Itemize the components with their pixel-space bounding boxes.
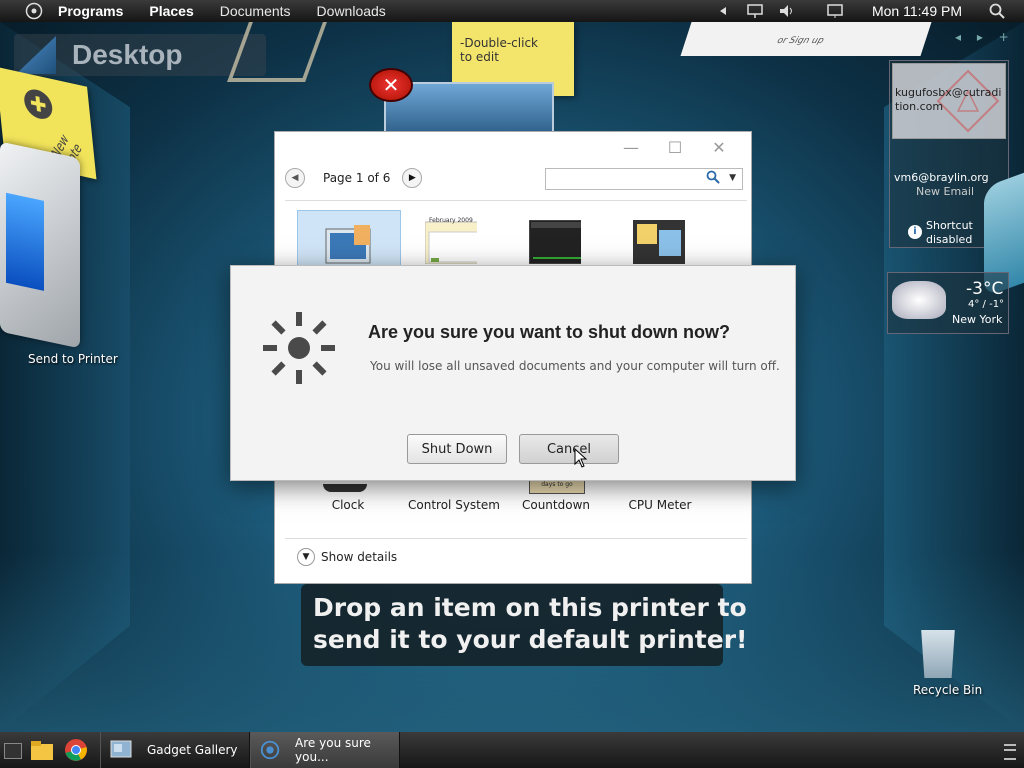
search-icon[interactable] (986, 0, 1008, 22)
signup-link[interactable]: or Sign up (776, 36, 825, 46)
tooltip-line1: Drop an item on this printer to (313, 593, 747, 622)
slideshow-thumb-icon (325, 225, 371, 264)
volume-icon[interactable] (776, 0, 798, 22)
calendar-thumb-icon (425, 221, 477, 264)
chrome-icon[interactable] (64, 738, 88, 762)
top-menu-bar: Programs Places Documents Downloads Mon … (0, 0, 1024, 22)
page-label: Page 1 of 6 (323, 171, 391, 185)
network-icon[interactable] (744, 0, 766, 22)
menu-icon[interactable] (1004, 744, 1016, 760)
folder-icon[interactable] (30, 738, 54, 762)
menu-programs[interactable]: Programs (58, 3, 123, 19)
notes-thumb-icon (633, 220, 685, 264)
dialog-title: Are you sure you want to shut down now? (368, 322, 731, 342)
recycle-bin-label[interactable]: Recycle Bin (913, 683, 982, 697)
picture-frame (227, 22, 327, 82)
shortcut-status: i Shortcut disabled (908, 219, 973, 247)
gallery-search-input[interactable]: ▼ (545, 168, 743, 190)
task-label: Gadget Gallery (147, 743, 238, 757)
cloud-icon (892, 281, 946, 319)
printer-label[interactable]: Send to Printer (28, 352, 118, 366)
task-shutdown-dialog[interactable]: Are you sure you... (250, 732, 400, 768)
divider (285, 538, 747, 539)
prev-page-icon[interactable]: ◀ (285, 168, 305, 188)
countdown-caption: days to go (541, 481, 573, 488)
tooltip-line2: send it to your default printer! (313, 625, 748, 654)
gallery-item-cpu[interactable] (503, 210, 605, 264)
printer-screen (6, 192, 44, 291)
sticky-edit-line1: -Double-click (460, 36, 538, 50)
gallery-item-notes[interactable] (607, 210, 709, 264)
sticky-edit-line2: to edit (460, 50, 499, 64)
weather-range: 4° / -1° (968, 299, 1005, 310)
taskbar: Gadget Gallery Are you sure you... (0, 732, 1024, 768)
gadget-gallery-icon (110, 740, 132, 758)
menu-documents[interactable]: Documents (220, 3, 291, 19)
chevron-down-icon: ▼ (297, 548, 315, 566)
main-menu-logo-icon[interactable] (24, 1, 44, 21)
display-icon[interactable] (824, 0, 846, 22)
tray-arrow-icon[interactable] (712, 0, 734, 22)
clock-thumb-edge (323, 484, 367, 492)
show-details-toggle[interactable]: ▼ Show details (297, 548, 397, 566)
next-page-icon[interactable]: ▶ (402, 168, 423, 188)
printer-tooltip: Drop an item on this printer to send it t… (301, 584, 747, 666)
minimize-icon[interactable]: — (621, 138, 641, 157)
shutdown-sun-icon (263, 312, 335, 384)
desktop-icon (16, 36, 56, 74)
clock-text[interactable]: Mon 11:49 PM (872, 3, 962, 19)
weather-city: New York (952, 313, 1003, 326)
desktop-label[interactable]: Desktop (14, 34, 266, 76)
shutdown-dialog: Are you sure you want to shut down now? … (230, 265, 796, 481)
menu-places[interactable]: Places (149, 3, 193, 19)
recycle-bin-icon[interactable] (921, 630, 955, 678)
shortcut-line2: disabled (926, 233, 973, 246)
widget-nav-arrows[interactable]: ◂ ▸ + (955, 30, 1015, 44)
weather-temp: -3°C (966, 279, 1004, 299)
menu-downloads[interactable]: Downloads (317, 3, 386, 19)
search-icon[interactable] (706, 170, 720, 188)
cancel-button[interactable]: Cancel (519, 434, 619, 464)
dialog-message: You will lose all unsaved documents and … (370, 359, 780, 373)
shutdown-task-icon (260, 740, 280, 760)
gallery-label-cpu-meter[interactable]: CPU Meter (605, 498, 715, 512)
shut-down-button[interactable]: Shut Down (407, 434, 507, 464)
email-preview: kugufosbx@cutradition.com (892, 63, 1006, 139)
add-note-icon: ✚ (22, 86, 54, 122)
system-tray: Mon 11:49 PM (712, 0, 1024, 22)
shortcut-line1: Shortcut (926, 219, 973, 232)
printer-icon[interactable] (0, 141, 80, 349)
email-address: vm6@braylin.org (894, 171, 989, 184)
show-details-label: Show details (321, 550, 398, 564)
gallery-label-control-system[interactable]: Control System (399, 498, 509, 512)
pager: ◀ Page 1 of 6 ▶ (285, 168, 423, 188)
login-card[interactable]: or Sign up (680, 22, 932, 56)
show-desktop-icon[interactable] (4, 743, 22, 759)
close-icon[interactable]: ✕ (369, 68, 413, 102)
gallery-label-clock[interactable]: Clock (293, 498, 403, 512)
task-label: Are you sure you... (295, 736, 371, 764)
divider (285, 200, 747, 201)
countdown-thumb-edge: days to go (529, 480, 585, 494)
task-gadget-gallery[interactable]: Gadget Gallery (100, 732, 250, 768)
close-window-icon[interactable]: ✕ (709, 138, 729, 157)
weather-widget[interactable]: -3°C 4° / -1° New York (887, 272, 1009, 334)
cpu-meter-thumb-icon (529, 220, 581, 264)
mouse-cursor-icon (574, 448, 588, 468)
maximize-icon[interactable]: ☐ (665, 138, 685, 157)
gallery-label-countdown[interactable]: Countdown (501, 498, 611, 512)
gallery-item-clock[interactable] (297, 210, 401, 266)
info-icon: i (908, 225, 922, 239)
gallery-item-calendar[interactable]: February 2009 (399, 210, 501, 264)
calendar-header: February 2009 (429, 217, 473, 224)
email-status: New Email (916, 185, 975, 198)
email-top-address: kugufosbx@cutradition.com (895, 86, 1002, 113)
chevron-down-icon[interactable]: ▼ (729, 173, 736, 183)
desktop-label-text: Desktop (72, 39, 183, 70)
